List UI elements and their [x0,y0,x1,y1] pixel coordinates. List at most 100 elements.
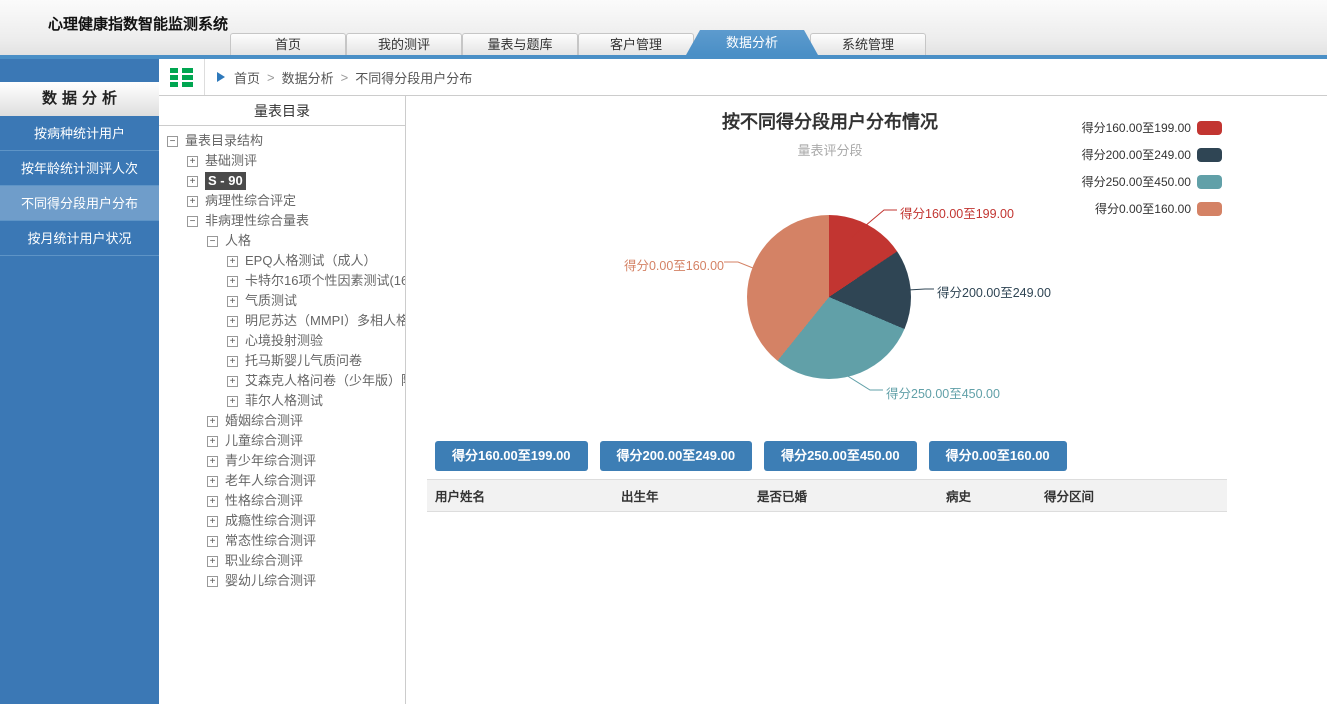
tree-toggle-icon[interactable]: − [187,216,198,227]
tree-toggle-icon[interactable]: + [227,336,238,347]
tab-3[interactable]: 客户管理 [578,33,694,55]
tree-toggle-icon[interactable]: + [187,156,198,167]
tree-row[interactable]: + 青少年综合测评 [159,451,405,471]
legend-label: 得分160.00至199.00 [1082,119,1191,136]
breadcrumb-item[interactable]: 不同得分段用户分布 [355,68,472,87]
tree-item-label: 人格 [225,232,251,250]
tree-toggle-icon[interactable]: + [207,416,218,427]
tree-toggle-icon[interactable]: + [227,256,238,267]
tree-toggle-icon[interactable]: + [207,576,218,587]
score-filter-button[interactable]: 得分160.00至199.00 [435,441,588,471]
scale-catalog-panel: 量表目录 −量表目录结构+基础测评+S - 90+病理性综合评定−非病理性综合量… [159,96,406,704]
tree-item-label: 儿童综合测评 [225,432,303,450]
tree-toggle-icon[interactable]: + [207,536,218,547]
breadcrumb-arrow-icon [217,72,225,82]
legend-swatch [1197,202,1222,216]
legend-item[interactable]: 得分200.00至249.00 [1082,146,1222,163]
pie-slice-label: 得分0.00至160.00 [624,255,724,274]
tree-toggle-icon[interactable]: + [227,376,238,387]
tree-row[interactable]: +EPQ人格测试（成人） [159,251,405,271]
tree-row[interactable]: +气质测试 [159,291,405,311]
pie-chart[interactable] [747,215,911,379]
top-header: 心理健康指数智能监测系统 首页我的测评量表与题库客户管理数据分析系统管理 [0,0,1327,55]
tree-toggle-icon[interactable]: + [207,496,218,507]
tree-row[interactable]: +卡特尔16项个性因素测试(16PF) [159,271,405,291]
breadcrumb-separator: > [341,70,349,85]
tree-row[interactable]: −量表目录结构 [159,131,405,151]
breadcrumb: 首页>数据分析>不同得分段用户分布 [217,59,472,95]
tree-row[interactable]: +心境投射测验 [159,331,405,351]
score-filter-buttons: 得分160.00至199.00 得分200.00至249.00 得分250.00至4… [435,441,1067,471]
scale-tree: −量表目录结构+基础测评+S - 90+病理性综合评定−非病理性综合量表−人格+… [159,126,405,591]
user-result-table: 用户姓名出生年是否已婚病史得分区间 [427,479,1227,512]
tree-item-label: 托马斯婴儿气质问卷 [245,352,362,370]
legend-item[interactable]: 得分0.00至160.00 [1095,200,1222,217]
tree-toggle-icon[interactable]: + [207,456,218,467]
tree-item-label: 职业综合测评 [225,552,303,570]
tree-toggle-icon[interactable]: + [187,176,198,187]
tree-row[interactable]: +婚姻综合测评 [159,411,405,431]
tree-toggle-icon[interactable]: + [207,436,218,447]
score-filter-button[interactable]: 得分0.00至160.00 [929,441,1067,471]
tree-row[interactable]: +老年人综合测评 [159,471,405,491]
legend-item[interactable]: 得分250.00至450.00 [1082,173,1222,190]
tree-row[interactable]: + 性格综合测评 [159,491,405,511]
tab-2[interactable]: 量表与题库 [462,33,578,55]
tree-toggle-icon[interactable]: + [207,476,218,487]
tree-toggle-icon[interactable]: + [227,356,238,367]
tree-item-label: 非病理性综合量表 [205,212,309,230]
sidebar-item[interactable]: 按月统计用户状况 [0,221,159,256]
sidebar-item[interactable]: 按年龄统计测评人次 [0,151,159,186]
tab-1[interactable]: 我的测评 [346,33,462,55]
score-filter-button[interactable]: 得分200.00至249.00 [600,441,753,471]
breadcrumb-item[interactable]: 数据分析 [282,68,334,87]
tree-item-label: 菲尔人格测试 [245,392,323,410]
layout-list-icon [170,67,193,87]
tree-row[interactable]: −非病理性综合量表 [159,211,405,231]
tree-row[interactable]: + 儿童综合测评 [159,431,405,451]
tree-toggle-icon[interactable]: + [227,276,238,287]
tree-item-label: 性格综合测评 [225,492,303,510]
score-filter-button[interactable]: 得分250.00至450.00 [764,441,917,471]
table-header-row: 用户姓名出生年是否已婚病史得分区间 [427,480,1227,512]
pie-slice-label: 得分160.00至199.00 [900,203,1014,222]
tree-row[interactable]: + 艾森克人格问卷（少年版）陈仲庚 [159,371,405,391]
tree-row[interactable]: + 职业综合测评 [159,551,405,571]
tree-row[interactable]: + 托马斯婴儿气质问卷 [159,351,405,371]
tree-toggle-icon[interactable]: + [227,316,238,327]
tree-toggle-icon[interactable]: + [207,516,218,527]
sidebar-menu: 按病种统计用户按年龄统计测评人次不同得分段用户分布按月统计用户状况 [0,116,159,256]
tree-row[interactable]: + 明尼苏达（MMPI）多相人格测试 [159,311,405,331]
sidebar: 数据分析 按病种统计用户按年龄统计测评人次不同得分段用户分布按月统计用户状况 [0,59,159,704]
sidebar-item[interactable]: 不同得分段用户分布 [0,186,159,221]
tree-toggle-icon[interactable]: − [207,236,218,247]
tree-item-label: 艾森克人格问卷（少年版）陈仲庚 [245,372,406,390]
tab-0[interactable]: 首页 [230,33,346,55]
tree-row[interactable]: +基础测评 [159,151,405,171]
tree-row[interactable]: +S - 90 [159,171,405,191]
main-nav-tabs: 首页我的测评量表与题库客户管理数据分析系统管理 [230,30,926,55]
sidebar-item[interactable]: 按病种统计用户 [0,116,159,151]
tree-toggle-icon[interactable]: + [227,296,238,307]
legend-item[interactable]: 得分160.00至199.00 [1082,119,1222,136]
tree-item-label: 青少年综合测评 [225,452,316,470]
tree-row[interactable]: +成瘾性综合测评 [159,511,405,531]
tree-row[interactable]: +婴幼儿综合测评 [159,571,405,591]
legend-label: 得分0.00至160.00 [1095,200,1191,217]
breadcrumb-item[interactable]: 首页 [234,68,260,87]
tree-row[interactable]: +病理性综合评定 [159,191,405,211]
legend-label: 得分250.00至450.00 [1082,173,1191,190]
tree-toggle-icon[interactable]: + [187,196,198,207]
tab-active[interactable]: 数据分析 [686,30,818,55]
tree-row[interactable]: + 菲尔人格测试 [159,391,405,411]
tree-toggle-icon[interactable]: − [167,136,178,147]
tree-toggle-icon[interactable]: + [207,556,218,567]
tree-item-label: 明尼苏达（MMPI）多相人格测试 [245,312,406,330]
tree-toggle-icon[interactable]: + [227,396,238,407]
table-column-header: 是否已婚 [749,480,938,512]
tree-row[interactable]: −人格 [159,231,405,251]
layout-list-button[interactable] [159,59,205,95]
tab-5[interactable]: 系统管理 [810,33,926,55]
tree-item-label: 常态性综合测评 [225,532,316,550]
tree-row[interactable]: + 常态性综合测评 [159,531,405,551]
